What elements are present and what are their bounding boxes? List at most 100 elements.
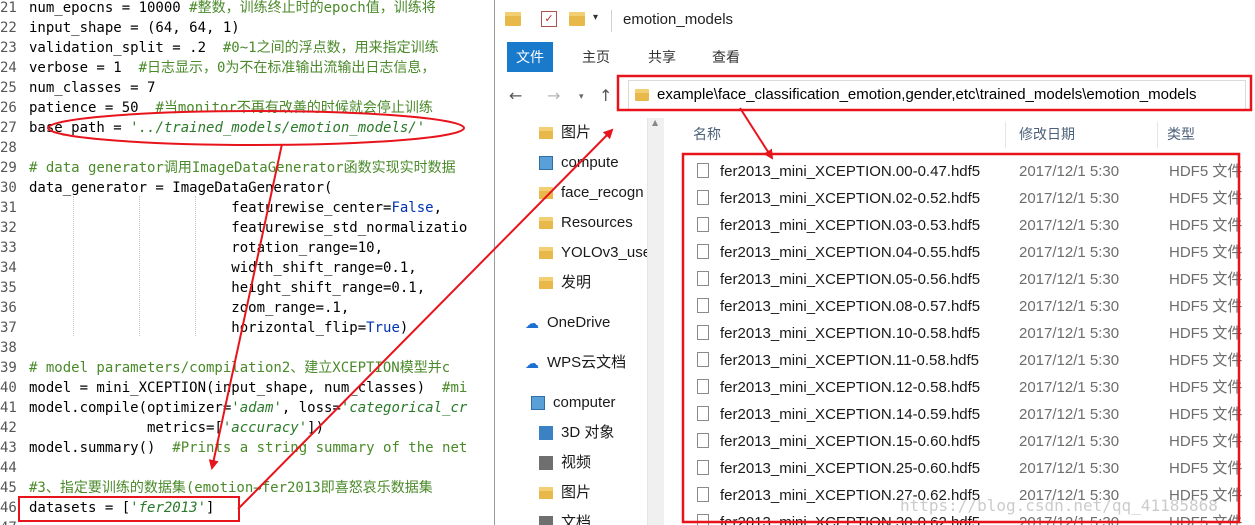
file-icon — [697, 163, 709, 178]
sidebar-item[interactable]: ☁ OneDrive — [525, 310, 647, 336]
wps-cloud-icon: ☁ — [525, 355, 539, 371]
tab-share[interactable]: 共享 — [645, 42, 679, 72]
code-line[interactable]: 26 patience = 50 #当monitor不再有改善的时候就会停止训练 — [0, 98, 494, 118]
sidebar-item[interactable]: 视频 — [539, 450, 647, 476]
code-line[interactable]: 28 — [0, 138, 494, 158]
tab-view[interactable]: 查看 — [709, 42, 743, 72]
code-line[interactable]: 33 rotation_range=10, — [0, 238, 494, 258]
sidebar-item[interactable]: ☁ WPS云文档 — [525, 350, 647, 376]
table-row[interactable]: fer2013_mini_XCEPTION.00-0.47.hdf5 2017/1… — [685, 158, 1255, 185]
code-line[interactable]: 24 verbose = 1 #日志显示，0为不在标准输出流输出日志信息， — [0, 58, 494, 78]
table-row[interactable]: fer2013_mini_XCEPTION.14-0.59.hdf5 2017/1… — [685, 401, 1255, 428]
code-line[interactable]: 34 width_shift_range=0.1, — [0, 258, 494, 278]
sidebar-item[interactable]: computer — [531, 390, 647, 416]
sidebar-item[interactable]: YOLOv3_use — [539, 240, 647, 266]
code-line[interactable]: 25 num_classes = 7 — [0, 78, 494, 98]
address-path[interactable]: example\face_classification_emotion,gend… — [657, 86, 1196, 103]
table-row[interactable]: fer2013_mini_XCEPTION.02-0.52.hdf5 2017/1… — [685, 185, 1255, 212]
folder-icon — [635, 89, 649, 101]
code-line[interactable]: 36 zoom_range=.1, — [0, 298, 494, 318]
code-line[interactable]: 44 — [0, 458, 494, 478]
code-line[interactable]: 27 base_path = '../trained_models/emotion… — [0, 118, 494, 138]
column-divider[interactable] — [1005, 122, 1006, 148]
file-icon — [697, 298, 709, 313]
table-row[interactable]: fer2013_mini_XCEPTION.10-0.58.hdf5 2017/1… — [685, 320, 1255, 347]
code-line[interactable]: 42 metrics=['accuracy']) — [0, 418, 494, 438]
file-type: HDF5 文件 — [1169, 244, 1243, 261]
code-line[interactable]: 41 model.compile(optimizer='adam', loss='… — [0, 398, 494, 418]
table-row[interactable]: fer2013_mini_XCEPTION.05-0.56.hdf5 2017/1… — [685, 266, 1255, 293]
file-name: fer2013_mini_XCEPTION.15-0.60.hdf5 — [720, 433, 981, 450]
code-line[interactable]: 29 # data generator调用ImageDataGenerator函数… — [0, 158, 494, 178]
code-line[interactable]: 40 model = mini_XCEPTION(input_shape, num… — [0, 378, 494, 398]
sidebar-item-label: Resources — [561, 214, 633, 231]
code-token: input_shape = (64, 64, 1) — [29, 20, 240, 36]
code-line[interactable]: 39 # model parameters/compilation2、建立XCEP… — [0, 358, 494, 378]
up-arrow-icon[interactable]: ↑ — [599, 86, 612, 105]
sidebar-item[interactable]: 3D 对象 — [539, 420, 647, 446]
tab-file[interactable]: 文件 — [507, 42, 553, 72]
file-date: 2017/12/1 5:30 — [1019, 190, 1120, 207]
back-arrow-icon[interactable]: ← — [509, 86, 522, 105]
file-type: HDF5 文件 — [1169, 433, 1243, 450]
table-row[interactable]: fer2013_mini_XCEPTION.08-0.57.hdf5 2017/1… — [685, 293, 1255, 320]
code-token: zoom_range=.1, — [29, 300, 350, 316]
properties-check-icon[interactable]: ✓ — [541, 11, 557, 27]
sidebar-item[interactable]: Resources — [539, 210, 647, 236]
code-line[interactable]: 43 model.summary() #Prints a string summa… — [0, 438, 494, 458]
sidebar-item[interactable]: compute📌 — [539, 150, 647, 176]
file-icon — [697, 487, 709, 502]
column-divider[interactable] — [1157, 122, 1158, 148]
folder-icon — [539, 217, 553, 229]
recent-locations-chevron-icon[interactable]: ▾ — [579, 92, 584, 102]
chevron-down-icon[interactable]: ▾ — [593, 12, 598, 23]
code-line[interactable]: 31 featurewise_center=False, — [0, 198, 494, 218]
sidebar-item[interactable]: 文档 — [539, 510, 647, 525]
code-line[interactable]: 30 data_generator = ImageDataGenerator( — [0, 178, 494, 198]
file-type: HDF5 文件 — [1169, 217, 1243, 234]
file-explorer-window: ✓ ▾ emotion_models 文件 主页 共享 查看 ← → ▾ ↑ e… — [494, 0, 1255, 525]
table-row[interactable]: fer2013_mini_XCEPTION.11-0.58.hdf5 2017/1… — [685, 347, 1255, 374]
file-name: fer2013_mini_XCEPTION.03-0.53.hdf5 — [720, 217, 981, 234]
file-type: HDF5 文件 — [1169, 163, 1243, 180]
line-number: 38 — [0, 340, 17, 356]
code-token: ]) — [307, 420, 325, 436]
navigation-pane-scrollbar[interactable]: ▲ — [647, 118, 664, 525]
code-line[interactable]: 32 featurewise_std_normalizatio — [0, 218, 494, 238]
sidebar-item[interactable]: 图片 — [539, 480, 647, 506]
sidebar-item[interactable]: face_recogn — [539, 180, 647, 206]
column-header-date[interactable]: 修改日期 — [1019, 122, 1075, 146]
table-row[interactable]: fer2013_mini_XCEPTION.12-0.58.hdf5 2017/1… — [685, 374, 1255, 401]
code-line[interactable]: 23 validation_split = .2 #0~1之间的浮点数，用来指定训… — [0, 38, 494, 58]
code-text: # data generator调用ImageDataGenerator函数实现… — [29, 158, 456, 178]
table-row[interactable]: fer2013_mini_XCEPTION.15-0.60.hdf5 2017/1… — [685, 428, 1255, 455]
table-row[interactable]: fer2013_mini_XCEPTION.03-0.53.hdf5 2017/1… — [685, 212, 1255, 239]
code-line[interactable]: 22 input_shape = (64, 64, 1) — [0, 18, 494, 38]
code-line[interactable]: 37 horizontal_flip=True) — [0, 318, 494, 338]
forward-arrow-icon[interactable]: → — [547, 86, 560, 105]
table-row[interactable]: fer2013_mini_XCEPTION.04-0.55.hdf5 2017/1… — [685, 239, 1255, 266]
sidebar-item-label: 图片 — [561, 484, 592, 501]
file-name: fer2013_mini_XCEPTION.08-0.57.hdf5 — [720, 298, 981, 315]
code-line[interactable]: 21 num_epocns = 10000 #整数，训练终止时的epoch值，训练… — [0, 0, 494, 18]
sidebar-item[interactable]: 发明 — [539, 270, 647, 296]
new-folder-icon[interactable] — [569, 12, 585, 26]
code-string: '../trained_models/emotion_models/' — [130, 120, 426, 136]
file-date: 2017/12/1 5:30 — [1019, 163, 1120, 180]
code-line[interactable]: 38 — [0, 338, 494, 358]
sidebar-item[interactable]: 图片📌 — [539, 120, 647, 146]
file-icon — [697, 433, 709, 448]
scroll-up-icon[interactable]: ▲ — [652, 118, 658, 127]
tab-home[interactable]: 主页 — [579, 42, 613, 72]
code-line[interactable]: 35 height_shift_range=0.1, — [0, 278, 494, 298]
line-number: 35 — [0, 280, 17, 296]
table-row[interactable]: fer2013_mini_XCEPTION.25-0.60.hdf5 2017/1… — [685, 455, 1255, 482]
code-editor[interactable]: 21 num_epocns = 10000 #整数，训练终止时的epoch值，训练… — [0, 0, 494, 525]
code-line[interactable]: 47 — [0, 518, 494, 525]
column-header-name[interactable]: 名称 — [693, 122, 721, 146]
address-bar[interactable]: example\face_classification_emotion,gend… — [628, 80, 1246, 110]
code-line[interactable]: 46 datasets = ['fer2013'] — [0, 498, 494, 518]
column-header-type[interactable]: 类型 — [1167, 122, 1195, 146]
code-token: data_generator = ImageDataGenerator( — [29, 180, 333, 196]
code-line[interactable]: 45 #3、指定要训练的数据集(emotion→fer2013即喜怒哀乐数据集 — [0, 478, 494, 498]
